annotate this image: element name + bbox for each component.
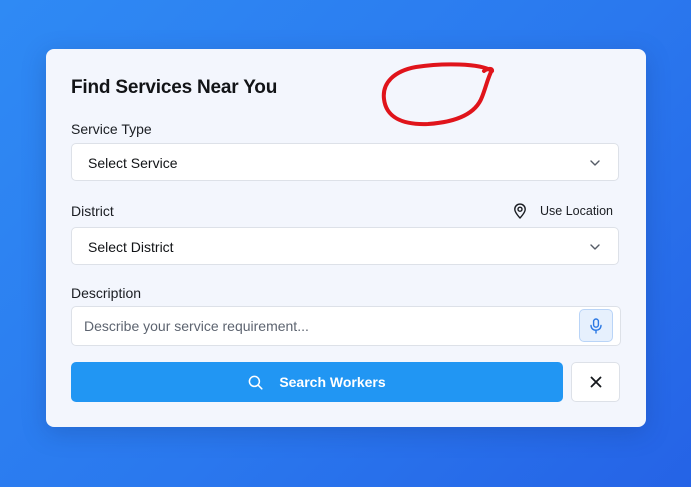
voice-input-button[interactable] [579,309,613,342]
chevron-down-icon [590,244,600,250]
chevron-down-icon [590,160,600,166]
service-type-selected-value: Select Service [88,155,178,171]
service-search-card: Find Services Near You Service Type Sele… [46,49,646,427]
clear-button[interactable] [571,362,620,402]
search-workers-label: Search Workers [279,374,386,390]
district-selected-value: Select District [88,239,174,255]
red-circle-annotation [381,62,494,127]
microphone-icon [590,317,602,334]
page-title: Find Services Near You [71,77,278,98]
use-location-label: Use Location [540,204,613,218]
use-location-button[interactable]: Use Location [512,202,613,220]
search-workers-button[interactable]: Search Workers [71,362,563,402]
search-icon [248,375,263,390]
description-input[interactable] [84,317,564,335]
close-icon [590,376,601,388]
description-label: Description [71,285,142,301]
service-type-select[interactable]: Select Service [71,143,619,181]
district-select[interactable]: Select District [71,227,619,265]
service-type-label: Service Type [71,121,152,137]
district-label: District [71,203,114,219]
map-pin-icon [514,203,526,219]
description-field [71,306,621,346]
